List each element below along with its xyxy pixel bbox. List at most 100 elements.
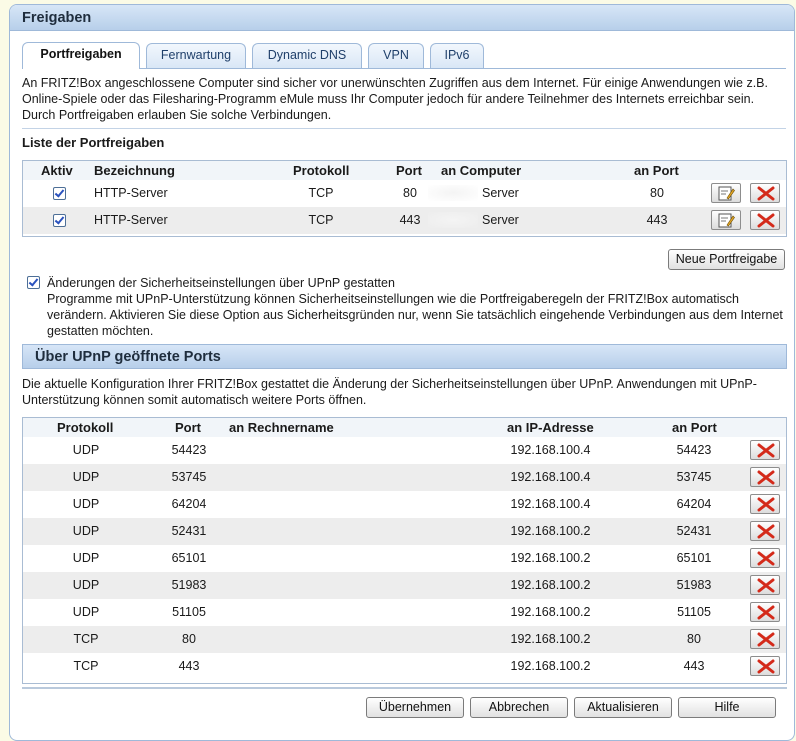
row-an-port: 65101 (676, 551, 712, 565)
delete-button[interactable] (750, 548, 780, 568)
tab-portfreigaben[interactable]: Portfreigaben (22, 42, 140, 69)
upnp-rows: UDP 54423 192.168.100.4 54423 UDP 53745 192.16… (23, 437, 786, 680)
row-port: 80 (403, 186, 417, 200)
delete-button[interactable] (750, 467, 780, 487)
table-row: HTTP-Server TCP 443 Server 443 (23, 207, 786, 234)
tab-dynamic-dns[interactable]: Dynamic DNS (252, 43, 362, 68)
row-protokoll: TCP (308, 213, 334, 227)
row-an-port: 54423 (676, 443, 712, 457)
table-row: UDP 65101 192.168.100.2 65101 (23, 545, 786, 572)
row-an-port: 51105 (677, 605, 711, 619)
delete-icon (757, 497, 775, 512)
delete-button[interactable] (750, 575, 780, 595)
row-port: 65101 (171, 551, 207, 565)
table-row: UDP 51105 192.168.100.2 51105 (23, 599, 786, 626)
table-row: UDP 64204 192.168.100.4 64204 (23, 491, 786, 518)
table-header: Protokoll Port an Rechnername an IP-Adre… (23, 418, 786, 437)
delete-button[interactable] (750, 494, 780, 514)
help-button[interactable]: Hilfe (678, 697, 776, 718)
delete-icon (757, 605, 775, 620)
tab-fernwartung[interactable]: Fernwartung (146, 43, 246, 68)
table-row: HTTP-Server TCP 80 Server 80 (23, 180, 786, 207)
table-row: UDP 52431 192.168.100.2 52431 (23, 518, 786, 545)
row-an-ip-adresse: 192.168.100.2 (510, 551, 591, 565)
row-an-port: 52431 (676, 524, 712, 538)
checkmark-icon (28, 276, 39, 287)
upnp-ports-table: Protokoll Port an Rechnername an IP-Adre… (22, 417, 787, 684)
row-port: 443 (399, 213, 421, 227)
row-port: 54423 (171, 443, 207, 457)
delete-icon (757, 551, 775, 566)
row-protokoll: UDP (72, 524, 100, 538)
row-an-ip-adresse: 192.168.100.2 (510, 578, 591, 592)
upnp-ports-title: Über UPnP geöffnete Ports (22, 344, 787, 369)
col-an-ip-adresse: an IP-Adresse (507, 420, 594, 435)
row-an-computer: Server (482, 186, 519, 200)
tab-ipv6[interactable]: IPv6 (430, 43, 484, 68)
row-protokoll: TCP (73, 632, 99, 646)
col-an-port: an Port (672, 420, 717, 435)
row-protokoll: UDP (72, 578, 100, 592)
checkmark-icon (54, 187, 65, 198)
upnp-allow-description: Programme mit UPnP-Unterstützung können … (47, 292, 783, 338)
row-port: 64204 (171, 497, 207, 511)
tab-vpn[interactable]: VPN (368, 43, 424, 68)
freigaben-panel: Freigaben Portfreigaben Fernwartung Dyna… (9, 4, 795, 741)
col-an-computer: an Computer (441, 163, 522, 178)
upnp-allow-label[interactable]: Änderungen der Sicherheitseinstellungen … (47, 275, 787, 291)
apply-button[interactable]: Übernehmen (366, 697, 464, 718)
delete-icon (757, 213, 775, 228)
row-an-ip-adresse: 192.168.100.2 (510, 605, 591, 619)
delete-button[interactable] (750, 183, 780, 203)
delete-button[interactable] (750, 602, 780, 622)
col-port: Port (396, 163, 422, 178)
row-an-ip-adresse: 192.168.100.2 (510, 659, 591, 673)
row-an-ip-adresse: 192.168.100.4 (510, 470, 591, 484)
table-row: TCP 443 192.168.100.2 443 (23, 653, 786, 680)
row-bezeichnung: HTTP-Server (94, 186, 168, 200)
row-an-port: 53745 (676, 470, 712, 484)
delete-icon (757, 632, 775, 647)
row-port: 51105 (172, 605, 206, 619)
delete-button[interactable] (750, 629, 780, 649)
aktiv-checkbox[interactable] (53, 187, 66, 200)
footer-divider (22, 687, 787, 689)
refresh-button[interactable]: Aktualisieren (574, 697, 672, 718)
edit-button[interactable] (711, 183, 741, 203)
table-row: TCP 80 192.168.100.2 80 (23, 626, 786, 653)
delete-button[interactable] (750, 440, 780, 460)
table-row: UDP 53745 192.168.100.4 53745 (23, 464, 786, 491)
row-port: 51983 (171, 578, 207, 592)
row-bezeichnung: HTTP-Server (94, 213, 168, 227)
row-an-ip-adresse: 192.168.100.4 (510, 443, 591, 457)
row-an-ip-adresse: 192.168.100.4 (510, 497, 591, 511)
edit-button[interactable] (711, 210, 741, 230)
cancel-button[interactable]: Abbrechen (470, 697, 568, 718)
delete-button[interactable] (750, 210, 780, 230)
upnp-ports-description: Die aktuelle Konfiguration Ihrer FRITZ!B… (22, 377, 757, 407)
divider (22, 128, 786, 129)
col-an-port: an Port (634, 163, 679, 178)
col-bezeichnung: Bezeichnung (94, 163, 175, 178)
delete-button[interactable] (750, 656, 780, 676)
checkmark-icon (54, 214, 65, 225)
upnp-allow-checkbox[interactable] (27, 276, 40, 289)
row-an-ip-adresse: 192.168.100.2 (510, 524, 591, 538)
new-portfreigabe-button[interactable]: Neue Portfreigabe (668, 249, 785, 270)
row-port: 53745 (171, 470, 207, 484)
portfreigaben-list-title: Liste der Portfreigaben (22, 135, 165, 150)
portfreigaben-table: Aktiv Bezeichnung Protokoll Port an Comp… (22, 160, 787, 237)
table-row: UDP 51983 192.168.100.2 51983 (23, 572, 786, 599)
delete-icon (757, 578, 775, 593)
row-protokoll: UDP (72, 497, 100, 511)
redacted-area (428, 185, 478, 201)
table-header: Aktiv Bezeichnung Protokoll Port an Comp… (23, 161, 786, 180)
row-protokoll: TCP (73, 659, 99, 673)
col-protokoll: Protokoll (293, 163, 350, 178)
row-an-port: 80 (650, 186, 664, 200)
delete-button[interactable] (750, 521, 780, 541)
row-an-port: 443 (646, 213, 668, 227)
edit-icon (718, 186, 735, 201)
aktiv-checkbox[interactable] (53, 214, 66, 227)
redacted-area (428, 212, 478, 228)
